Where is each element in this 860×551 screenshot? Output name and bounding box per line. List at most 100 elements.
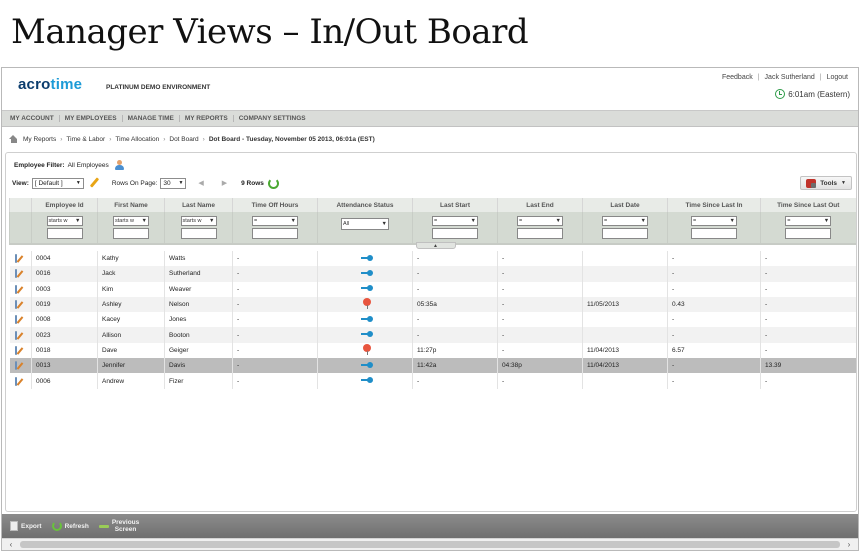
status-out-icon — [363, 343, 371, 355]
edit-icon[interactable] — [14, 300, 17, 310]
filter-operator-select[interactable]: = ▼ — [602, 216, 648, 226]
column-header-time-off-hours[interactable]: Time Off Hours — [232, 198, 318, 212]
export-button[interactable]: Export — [10, 521, 42, 531]
filter-input[interactable] — [180, 228, 217, 239]
filter-operator-select[interactable]: = ▼ — [432, 216, 478, 226]
status-in-icon — [361, 361, 373, 368]
table-row[interactable]: 0013 Jennifer Davis -11:42a 04:38p 11/04/2013… — [9, 358, 856, 374]
refresh-icon[interactable] — [267, 177, 279, 189]
feedback-link[interactable]: Feedback — [722, 74, 753, 81]
column-header-last-start[interactable]: Last Start — [412, 198, 498, 212]
table-row[interactable]: 0018 Dave Geiger -11:27p -11/04/2013 6.57- — [10, 342, 856, 359]
logout-link[interactable]: Logout — [827, 74, 848, 81]
chevron-down-icon: ▼ — [381, 221, 387, 227]
filter-operator-select[interactable]: = ▼ — [691, 216, 737, 226]
filter-input[interactable] — [602, 228, 648, 239]
horizontal-scrollbar[interactable]: ‹ › — [2, 538, 858, 550]
table-row[interactable]: 0023 Allison Booton - - - - - — [9, 327, 856, 343]
filter-input[interactable] — [113, 228, 149, 239]
last-name-cell: Nelson — [164, 296, 233, 313]
breadcrumb-item[interactable]: Dot Board — [169, 136, 198, 143]
filter-operator-select[interactable]: starts w ▼ — [180, 216, 217, 226]
last-end-cell: - — [497, 296, 583, 313]
column-header-last-date[interactable]: Last Date — [582, 198, 668, 212]
chevron-down-icon: ▼ — [555, 218, 561, 224]
filter-cell-last-start: = ▼ — [412, 212, 498, 244]
tools-icon — [806, 178, 817, 188]
column-header-first-name[interactable]: First Name — [97, 198, 165, 212]
table-row[interactable]: 0019 Ashley Nelson -05:35a -11/05/2013 0.43- — [9, 296, 856, 313]
filter-operator-select[interactable]: starts w ▼ — [46, 216, 83, 226]
export-icon — [10, 521, 18, 531]
scroll-left-icon[interactable]: ‹ — [5, 539, 17, 550]
last-name-cell: Weaver — [164, 281, 233, 297]
logo-main: acro — [18, 76, 51, 93]
filter-operator-select[interactable]: = ▼ — [785, 216, 832, 226]
filter-operator-select[interactable]: = ▼ — [517, 216, 563, 226]
nav-company-settings[interactable]: COMPANY SETTINGS — [234, 115, 311, 122]
user-name-link[interactable]: Jack Sutherland — [765, 74, 815, 81]
time-off-hours-cell: - — [232, 266, 318, 282]
filter-input[interactable] — [691, 228, 737, 239]
edit-icon[interactable] — [14, 361, 17, 371]
column-header-last-end[interactable]: Last End — [497, 198, 583, 212]
chevron-down-icon: ▼ — [823, 218, 830, 224]
edit-icon[interactable] — [14, 376, 17, 386]
filter-input[interactable] — [517, 228, 563, 239]
pager-arrows[interactable]: ◀ ▶ — [198, 179, 235, 187]
app-window: acrotime PLATINUM DEMO ENVIRONMENT Feedb… — [1, 67, 859, 551]
edit-icon[interactable] — [14, 315, 17, 325]
last-start-cell: - — [412, 281, 498, 297]
table-row[interactable]: 0003 Kim Weaver - - - - - — [10, 281, 856, 297]
breadcrumb-item[interactable]: Time & Labor — [66, 136, 105, 143]
home-icon[interactable] — [9, 135, 18, 143]
breadcrumb-item[interactable]: Time Allocation — [115, 136, 159, 143]
filter-operator-select[interactable]: = ▼ — [252, 216, 298, 226]
view-label: View: — [12, 179, 29, 187]
column-header — [9, 198, 32, 212]
people-icon[interactable] — [114, 160, 126, 171]
clock-icon — [775, 89, 786, 99]
edit-icon[interactable] — [14, 254, 17, 264]
last-end-cell: - — [497, 281, 583, 297]
table-row[interactable]: 0016 Jack Sutherland - - - - - — [9, 266, 856, 282]
last-name-cell: Watts — [164, 251, 233, 267]
edit-view-icon[interactable] — [88, 177, 100, 189]
edit-icon[interactable] — [14, 345, 17, 355]
filter-operator-value: = — [604, 218, 608, 224]
previous-screen-button[interactable]: Previous Screen — [98, 519, 139, 533]
separator: | — [819, 74, 822, 81]
edit-icon[interactable] — [14, 330, 17, 340]
table-row[interactable]: 0006 Andrew Fizer - - - - - — [10, 373, 856, 389]
collapse-filters-toggle[interactable]: ▲ — [415, 242, 456, 249]
table-row[interactable]: 0008 Kacey Jones - - - - - — [10, 312, 856, 328]
filter-operator-select[interactable]: starts w ▼ — [113, 216, 149, 226]
column-header-last-name[interactable]: Last Name — [164, 198, 233, 212]
nav-manage-time[interactable]: MANAGE TIME — [123, 115, 180, 122]
edit-icon[interactable] — [14, 269, 17, 279]
last-date-cell — [582, 281, 668, 297]
view-select[interactable]: [ Default ] ▼ — [31, 177, 84, 189]
table-row[interactable]: 0004 Kathy Watts - - - - - — [10, 251, 856, 267]
nav-my-employees[interactable]: MY EMPLOYEES — [60, 115, 123, 122]
edit-icon[interactable] — [14, 284, 17, 294]
column-header-time-since-last-in[interactable]: Time Since Last In — [667, 198, 761, 212]
chevron-down-icon: ▼ — [178, 180, 184, 186]
breadcrumb-item[interactable]: My Reports — [23, 136, 56, 143]
nav-my-reports[interactable]: MY REPORTS — [180, 115, 234, 122]
column-header-attendance-status[interactable]: Attendance Status — [317, 198, 413, 212]
filter-input[interactable] — [46, 228, 83, 239]
breadcrumb: My Reports › Time & Labor › Time Allocatio… — [2, 131, 858, 147]
scrollbar-thumb[interactable] — [20, 541, 840, 548]
nav-my-account[interactable]: MY ACCOUNT — [5, 115, 60, 122]
status-filter-select[interactable]: All ▼ — [341, 218, 389, 230]
column-header-time-since-last-out[interactable]: Time Since Last Out — [760, 198, 856, 212]
filter-input[interactable] — [252, 228, 298, 239]
tools-button[interactable]: Tools ▼ — [800, 176, 852, 190]
filter-input[interactable] — [785, 228, 832, 239]
refresh-button[interactable]: Refresh — [51, 521, 89, 531]
filter-input[interactable] — [432, 228, 478, 239]
column-header-employee-id[interactable]: Employee Id — [31, 198, 98, 212]
rows-on-page-select[interactable]: 30 ▼ — [160, 177, 187, 189]
scroll-right-icon[interactable]: › — [843, 539, 855, 550]
